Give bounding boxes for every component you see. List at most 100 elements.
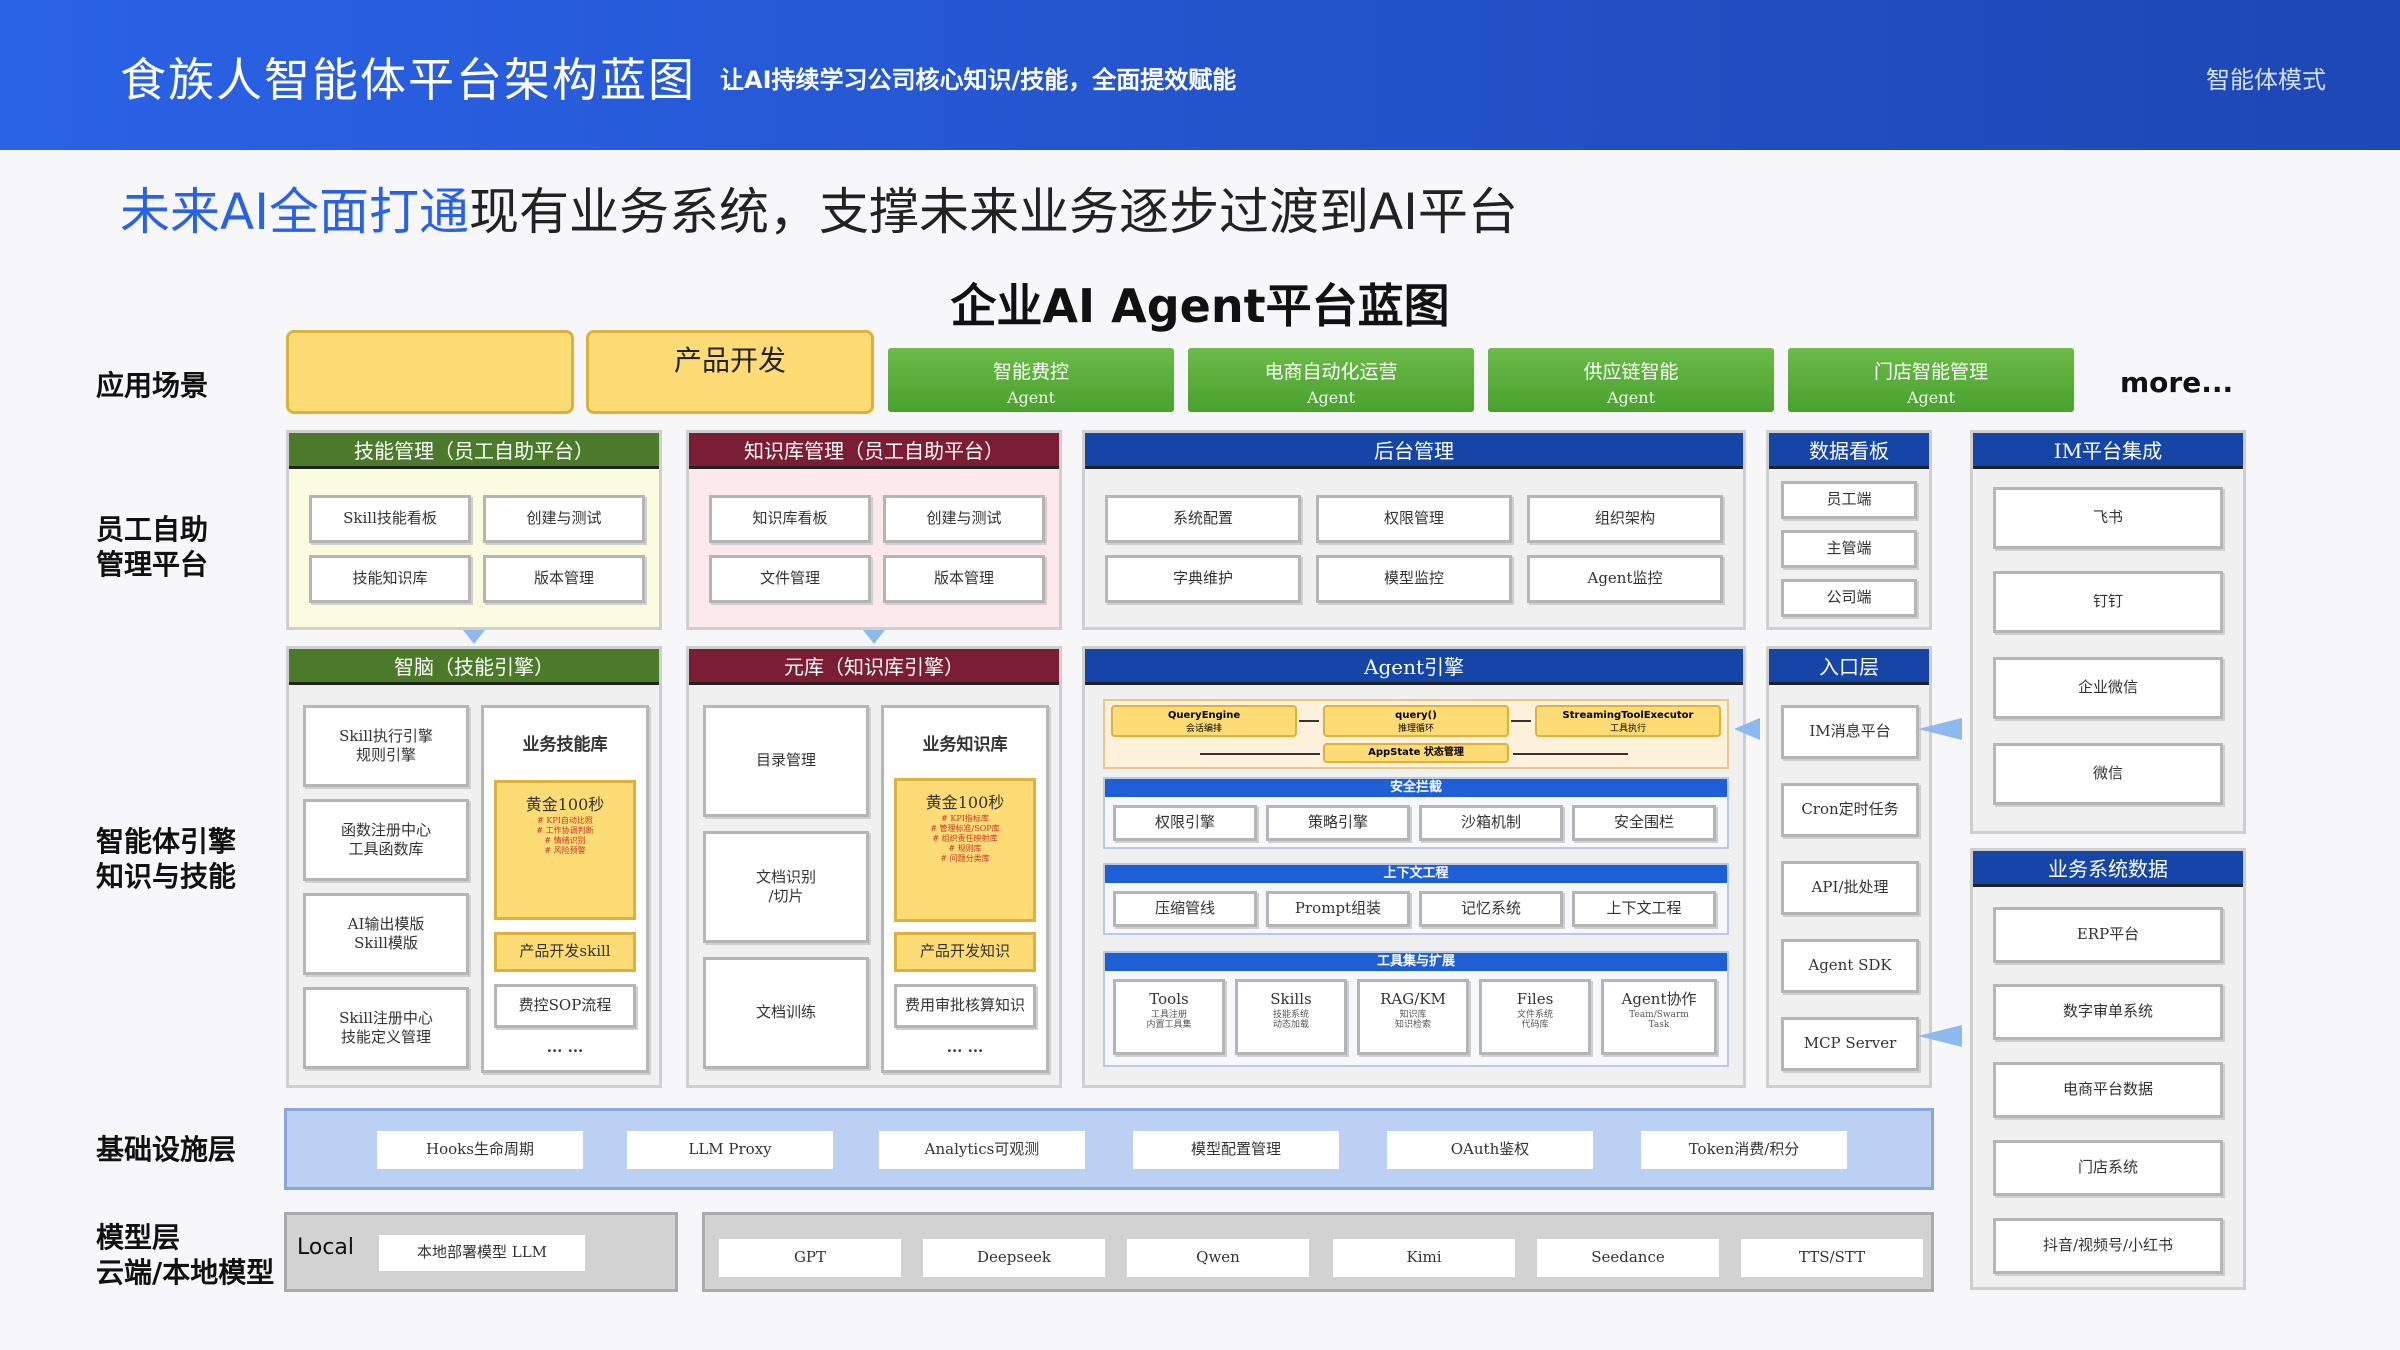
context-prompt[interactable]: Prompt组装 [1266,891,1410,927]
skill-fee-sop[interactable]: 费控SOP流程 [494,984,636,1028]
kb-files[interactable]: 文件管理 [709,555,871,603]
kb-product-dev[interactable]: 产品开发知识 [894,932,1036,972]
infra-llm-proxy[interactable]: LLM Proxy [627,1131,833,1169]
kb-create-test[interactable]: 创建与测试 [883,495,1045,543]
appstate-box[interactable]: AppState 状态管理 [1323,743,1509,763]
yuanku-doc-training[interactable]: 文档训练 [703,957,869,1069]
biz-audit[interactable]: 数字审单系统 [1993,984,2223,1040]
infra-analytics[interactable]: Analytics可观测 [879,1131,1085,1169]
kb-fee-approval[interactable]: 费用审批核算知识 [894,984,1036,1028]
row-label-engine: 智能体引擎 知识与技能 [96,824,236,894]
kb-gold-card[interactable]: 黄金100秒 # KPI指标库 # 管理标准/SOP库 # 组织责任映射库 # … [894,778,1036,922]
infra-model-config[interactable]: 模型配置管理 [1133,1131,1339,1169]
yuanku-catalog[interactable]: 目录管理 [703,705,869,817]
local-llm[interactable]: 本地部署模型 LLM [379,1235,585,1271]
tool-desc: 技能系统 动态加载 [1272,1009,1309,1031]
entry-cron[interactable]: Cron定时任务 [1781,783,1919,837]
agent-sub: Agent [1907,388,1955,407]
kb-board[interactable]: 知识库看板 [709,495,871,543]
model-qwen[interactable]: Qwen [1127,1239,1309,1277]
biz-ecommerce[interactable]: 电商平台数据 [1993,1062,2223,1118]
backend-title: 后台管理 [1085,433,1743,469]
brain-exec-engine[interactable]: Skill执行引擎 规则引擎 [303,705,469,787]
model-seedance[interactable]: Seedance [1537,1239,1719,1277]
app-product-card[interactable]: 产品开发 [586,330,874,414]
app-blank-card[interactable] [286,330,574,414]
agent-card-fee[interactable]: 智能费控 Agent [888,348,1174,412]
more-label[interactable]: more... [2120,366,2233,399]
kb-lib-title: 业务知识库 [922,735,1008,755]
backend-agent-monitor[interactable]: Agent监控 [1527,555,1723,603]
yuanku-doc-recognition[interactable]: 文档识别 /切片 [703,831,869,943]
tool-rag[interactable]: RAG/KM 知识库 知识检索 [1357,979,1469,1055]
entry-title: 入口层 [1769,649,1929,685]
security-title: 安全拦截 [1105,779,1727,797]
backend-dict[interactable]: 字典维护 [1105,555,1301,603]
model-deepseek[interactable]: Deepseek [923,1239,1105,1277]
brain-func-registry[interactable]: 函数注册中心 工具函数库 [303,799,469,881]
biz-store[interactable]: 门店系统 [1993,1140,2223,1196]
im-feishu[interactable]: 飞书 [1993,487,2223,549]
query-engine-box[interactable]: QueryEngine 会话编排 [1111,705,1297,737]
context-compression[interactable]: 压缩管线 [1113,891,1257,927]
tool-tools[interactable]: Tools 工具注册 内置工具集 [1113,979,1225,1055]
backend-model-monitor[interactable]: 模型监控 [1316,555,1512,603]
mode-label[interactable]: 智能体模式 [2206,60,2326,95]
infra-oauth[interactable]: OAuth鉴权 [1387,1131,1593,1169]
context-memory[interactable]: 记忆系统 [1419,891,1563,927]
skill-board[interactable]: Skill技能看板 [309,495,471,543]
model-gpt[interactable]: GPT [719,1239,901,1277]
biz-social[interactable]: 抖音/视频号/小红书 [1993,1218,2223,1274]
yuanku-title: 元库（知识库引擎） [689,649,1059,685]
entry-im[interactable]: IM消息平台 [1781,705,1919,759]
agent-sub: Agent [1307,388,1355,407]
entry-api[interactable]: API/批处理 [1781,861,1919,915]
infra-hooks[interactable]: Hooks生命周期 [377,1131,583,1169]
dashboard-manager[interactable]: 主管端 [1781,530,1917,568]
brain-title: 智脑（技能引擎） [289,649,659,685]
local-model-area: Local 本地部署模型 LLM [284,1212,678,1292]
security-policy-engine[interactable]: 策略引擎 [1266,805,1410,841]
brain-skill-registry[interactable]: Skill注册中心 技能定义管理 [303,987,469,1069]
security-sandbox[interactable]: 沙箱机制 [1419,805,1563,841]
header-bar: 食族人智能体平台架构蓝图 让AI持续学习公司核心知识/技能，全面提效赋能 智能体… [0,0,2400,150]
entry-mcp[interactable]: MCP Server [1781,1017,1919,1071]
diagram-title: 企业AI Agent平台蓝图 [950,279,1450,333]
backend-sysconfig[interactable]: 系统配置 [1105,495,1301,543]
im-dingtalk[interactable]: 钉钉 [1993,571,2223,633]
skill-kb[interactable]: 技能知识库 [309,555,471,603]
dashboard-employee[interactable]: 员工端 [1781,481,1917,519]
agent-card-supply[interactable]: 供应链智能 Agent [1488,348,1774,412]
im-wechat[interactable]: 微信 [1993,743,2223,805]
query-fn-box[interactable]: query() 推理循环 [1323,705,1509,737]
tool-files[interactable]: Files 文件系统 代码库 [1479,979,1591,1055]
security-guardrail[interactable]: 安全围栏 [1572,805,1716,841]
brain-skill-lib: 业务技能库 黄金100秒 # KPI自动比照 # 工作协调判断 # 情绪识别 #… [481,705,649,1073]
skill-version[interactable]: 版本管理 [483,555,645,603]
im-wecom[interactable]: 企业微信 [1993,657,2223,719]
biz-erp[interactable]: ERP平台 [1993,907,2223,963]
brain-output-template[interactable]: AI输出模版 Skill模版 [303,893,469,975]
tool-skills[interactable]: Skills 技能系统 动态加载 [1235,979,1347,1055]
skill-create-test[interactable]: 创建与测试 [483,495,645,543]
agent-card-store[interactable]: 门店智能管理 Agent [1788,348,2074,412]
dashboard-company[interactable]: 公司端 [1781,579,1917,617]
arrow-right-icon [1511,720,1531,722]
context-engineering[interactable]: 上下文工程 [1572,891,1716,927]
security-permission-engine[interactable]: 权限引擎 [1113,805,1257,841]
model-kimi[interactable]: Kimi [1333,1239,1515,1277]
skill-product-dev[interactable]: 产品开发skill [494,932,636,972]
kb-version[interactable]: 版本管理 [883,555,1045,603]
kb-gold-item: # 管理标准/SOP库 [930,823,1000,833]
infra-token[interactable]: Token消费/积分 [1641,1131,1847,1169]
model-tts-stt[interactable]: TTS/STT [1741,1239,1923,1277]
kb-lib-ellipsis: ... ... [946,1038,984,1056]
tool-agent-collab[interactable]: Agent协作 Team/Swarm Task [1601,979,1717,1055]
skill-gold-card[interactable]: 黄金100秒 # KPI自动比照 # 工作协调判断 # 情绪识别 # 风险预警 [494,780,636,920]
headline: 未来AI全面打通现有业务系统，支撑未来业务逐步过渡到AI平台 [120,172,1518,244]
backend-permission[interactable]: 权限管理 [1316,495,1512,543]
streaming-executor-box[interactable]: StreamingToolExecutor 工具执行 [1535,705,1721,737]
agent-card-ecom[interactable]: 电商自动化运营 Agent [1188,348,1474,412]
entry-sdk[interactable]: Agent SDK [1781,939,1919,993]
backend-org[interactable]: 组织架构 [1527,495,1723,543]
